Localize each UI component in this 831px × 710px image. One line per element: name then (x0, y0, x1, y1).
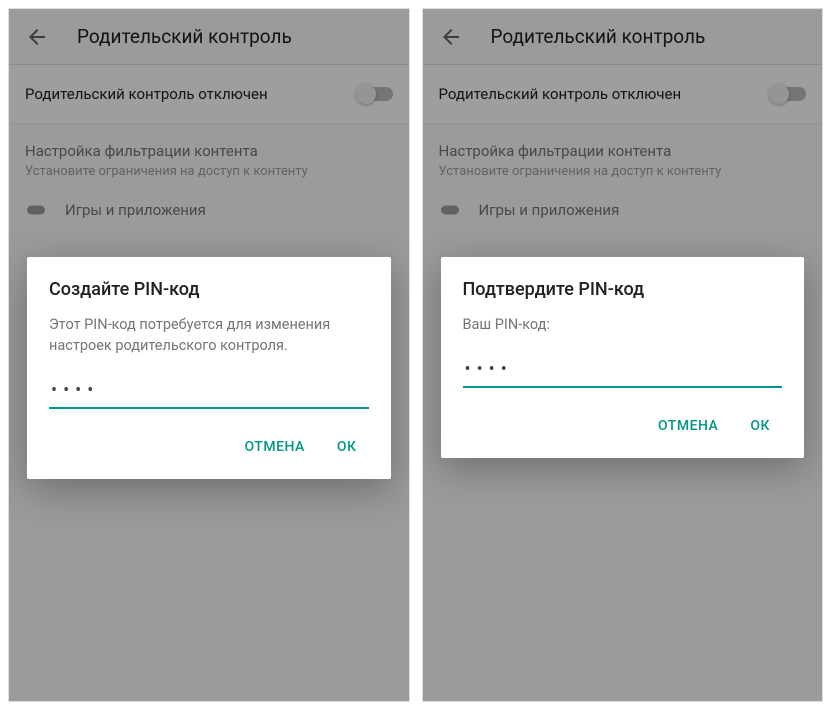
appbar-title: Родительский контроль (77, 25, 292, 48)
dialog-actions: ОТМЕНА ОК (49, 431, 369, 469)
cancel-button[interactable]: ОТМЕНА (232, 431, 316, 463)
ok-button[interactable]: ОК (325, 431, 369, 463)
list-item-games-apps[interactable]: Игры и приложения (9, 183, 409, 237)
screen-create-pin: Родительский контроль Родительский контр… (8, 8, 410, 702)
filter-section-title: Настройка фильтрации контента (439, 142, 807, 160)
filter-section-subtitle: Установите ограничения на доступ к конте… (25, 164, 393, 179)
dialog-actions: ОТМЕНА ОК (463, 410, 783, 448)
list-item-games-apps[interactable]: Игры и приложения (423, 183, 823, 237)
appbar: Родительский контроль (9, 9, 409, 65)
content-filter-section: Настройка фильтрации контента Установите… (9, 124, 409, 183)
toggle-switch-icon[interactable] (359, 87, 393, 101)
dialog-title: Создайте PIN-код (49, 279, 369, 300)
toggle-label: Родительский контроль отключен (25, 85, 268, 103)
cancel-button[interactable]: ОТМЕНА (646, 410, 730, 442)
toggle-switch-icon[interactable] (772, 87, 806, 101)
toggle-label: Родительский контроль отключен (439, 85, 682, 103)
parental-control-toggle-row[interactable]: Родительский контроль отключен (9, 65, 409, 124)
pin-input[interactable] (49, 374, 369, 409)
filter-section-title: Настройка фильтрации контента (25, 142, 393, 160)
confirm-pin-dialog: Подтвердите PIN-код Ваш PIN-код: ОТМЕНА … (441, 257, 805, 458)
create-pin-dialog: Создайте PIN-код Этот PIN-код потребуетс… (27, 257, 391, 479)
list-item-label: Игры и приложения (479, 201, 620, 219)
dialog-title: Подтвердите PIN-код (463, 279, 783, 300)
ok-button[interactable]: ОК (738, 410, 782, 442)
appbar-title: Родительский контроль (491, 25, 706, 48)
dialog-body: Этот PIN-код потребуется для изменения н… (49, 314, 369, 356)
parental-control-toggle-row[interactable]: Родительский контроль отключен (423, 65, 823, 124)
back-arrow-icon[interactable] (439, 25, 463, 49)
filter-section-subtitle: Установите ограничения на доступ к конте… (439, 164, 807, 179)
content-filter-section: Настройка фильтрации контента Установите… (423, 124, 823, 183)
dialog-body: Ваш PIN-код: (463, 314, 783, 335)
back-arrow-icon[interactable] (25, 25, 49, 49)
pin-input[interactable] (463, 353, 783, 388)
list-item-label: Игры и приложения (65, 201, 206, 219)
screen-confirm-pin: Родительский контроль Родительский контр… (422, 8, 824, 702)
gamepad-icon (441, 203, 459, 217)
gamepad-icon (27, 203, 45, 217)
appbar: Родительский контроль (423, 9, 823, 65)
